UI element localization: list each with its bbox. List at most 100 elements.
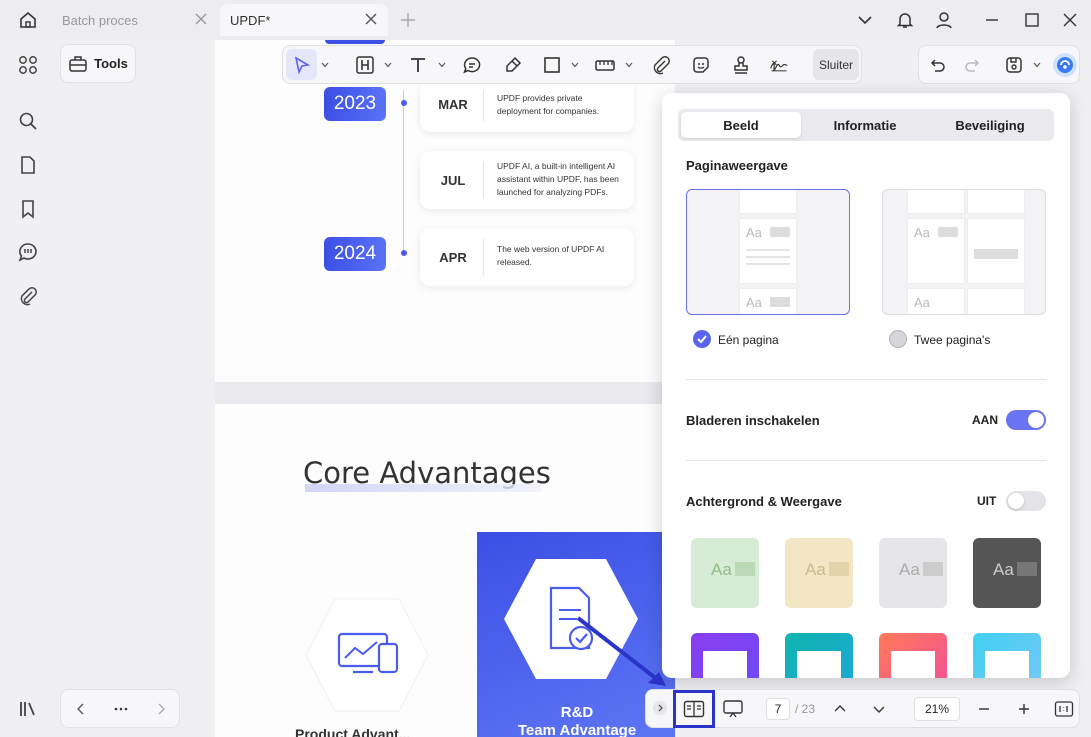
- two-page-radio[interactable]: [889, 330, 907, 348]
- page-view-button[interactable]: [673, 690, 715, 728]
- right-toolbar: [918, 45, 1080, 84]
- theme-teal[interactable]: [785, 633, 853, 678]
- bell-icon[interactable]: [895, 10, 915, 30]
- preview-image: [770, 227, 790, 237]
- single-page-thumbnail[interactable]: Aa Aa: [686, 189, 850, 315]
- timeline-month: JUL: [440, 173, 466, 188]
- close-tab-icon[interactable]: [364, 12, 378, 26]
- comment-icon[interactable]: [17, 241, 39, 263]
- page-icon[interactable]: [17, 154, 39, 176]
- highlighter-icon[interactable]: [503, 55, 523, 75]
- tab-beveiliging[interactable]: Beveiliging: [929, 112, 1051, 138]
- product-hexagon-icon: [305, 598, 429, 712]
- page-navigator: [60, 689, 180, 728]
- minimize-icon[interactable]: [982, 10, 1002, 30]
- chevron-down-icon[interactable]: [321, 61, 329, 69]
- theme-green[interactable]: Aa: [691, 538, 759, 608]
- scroll-label: Bladeren inschakelen: [686, 413, 820, 428]
- preview-text: Aa: [914, 225, 930, 240]
- theme-sky[interactable]: [973, 633, 1041, 678]
- sticker-icon[interactable]: [691, 55, 711, 75]
- tab-beeld[interactable]: Beeld: [681, 112, 801, 138]
- toggle-knob: [1008, 493, 1024, 509]
- chevron-down-icon[interactable]: [625, 61, 633, 69]
- single-page-radio[interactable]: [693, 330, 711, 348]
- cursor-icon[interactable]: [292, 55, 312, 75]
- tab-batch[interactable]: Batch proces: [52, 4, 218, 36]
- attachment-icon[interactable]: [651, 55, 671, 75]
- attachment-icon[interactable]: [17, 285, 39, 307]
- year-badge: 2024: [324, 237, 386, 271]
- user-icon[interactable]: [934, 10, 954, 30]
- theme-sepia[interactable]: Aa: [785, 538, 853, 608]
- preview-image: [938, 227, 958, 237]
- comment-icon[interactable]: [462, 55, 482, 75]
- background-label: Achtergrond & Weergave: [686, 494, 842, 509]
- two-page-thumbnail[interactable]: Aa Aa: [882, 189, 1046, 315]
- heading-icon[interactable]: [355, 55, 375, 75]
- home-icon[interactable]: [18, 10, 38, 30]
- tab-updf[interactable]: UPDF*: [220, 4, 388, 36]
- timeline-dot: [401, 100, 407, 106]
- page-up-icon[interactable]: [832, 701, 848, 717]
- rectangle-icon[interactable]: [542, 55, 562, 75]
- tab-informatie[interactable]: Informatie: [805, 112, 925, 138]
- library-icon[interactable]: [17, 698, 39, 720]
- timeline-line: [403, 90, 404, 255]
- two-page-label: Twee pagina's: [914, 333, 991, 347]
- zoom-level[interactable]: 21%: [914, 697, 960, 721]
- expand-arrow-icon[interactable]: [652, 700, 668, 716]
- scroll-toggle[interactable]: [1006, 410, 1046, 430]
- chevron-down-icon[interactable]: [384, 61, 392, 69]
- chevron-down-icon[interactable]: [1033, 61, 1041, 69]
- redo-icon[interactable]: [963, 55, 983, 75]
- search-icon[interactable]: [17, 110, 39, 132]
- theme-coral[interactable]: [879, 633, 947, 678]
- theme-preview-page: [797, 651, 841, 678]
- tools-label: Tools: [94, 56, 128, 71]
- theme-gray[interactable]: Aa: [879, 538, 947, 608]
- preview-lines: [746, 249, 790, 251]
- ruler-icon[interactable]: [595, 55, 615, 75]
- close-toolbar-button[interactable]: Sluiter: [813, 49, 859, 80]
- bookmark-icon[interactable]: [17, 198, 39, 220]
- check-icon: [697, 335, 707, 344]
- background-toggle[interactable]: [1006, 491, 1046, 511]
- total-pages: / 23: [795, 702, 816, 716]
- close-tab-icon[interactable]: [194, 12, 208, 26]
- single-page-label: Eén pagina: [718, 333, 779, 347]
- apps-icon[interactable]: [17, 54, 39, 76]
- chevron-down-icon[interactable]: [438, 61, 446, 69]
- tab-label: UPDF*: [230, 12, 271, 28]
- previous-icon[interactable]: [73, 701, 89, 717]
- signature-icon[interactable]: [769, 55, 789, 75]
- actual-size-icon[interactable]: [1054, 700, 1074, 718]
- stamp-icon[interactable]: [731, 55, 751, 75]
- new-tab-icon[interactable]: [398, 10, 418, 30]
- updf-ai-icon[interactable]: [1052, 52, 1078, 78]
- undo-icon[interactable]: [927, 55, 947, 75]
- next-icon[interactable]: [153, 701, 169, 717]
- page-down-icon[interactable]: [871, 701, 887, 717]
- maximize-icon[interactable]: [1022, 10, 1042, 30]
- theme-preview-page: [985, 651, 1029, 678]
- zoom-out-icon[interactable]: [976, 701, 992, 717]
- text-icon[interactable]: [408, 55, 428, 75]
- tools-button[interactable]: Tools: [60, 44, 136, 83]
- theme-preview-image: [829, 562, 849, 576]
- current-page-input[interactable]: 7: [766, 698, 790, 720]
- toggle-knob: [1028, 412, 1044, 428]
- presentation-icon[interactable]: [722, 699, 744, 719]
- more-icon[interactable]: [113, 701, 129, 717]
- theme-purple[interactable]: [691, 633, 759, 678]
- page-preview: [967, 190, 1025, 214]
- zoom-in-icon[interactable]: [1016, 701, 1032, 717]
- tools-panel: [56, 40, 214, 737]
- theme-dark[interactable]: Aa: [973, 538, 1041, 608]
- chevron-down-icon[interactable]: [855, 10, 875, 30]
- chevron-down-icon[interactable]: [571, 61, 579, 69]
- close-window-icon[interactable]: [1060, 10, 1080, 30]
- save-icon[interactable]: [1004, 55, 1024, 75]
- timeline-text: The web version of UPDF AI released.: [497, 244, 605, 267]
- timeline-text: UPDF AI, a built-in intelligent AI assis…: [497, 161, 619, 197]
